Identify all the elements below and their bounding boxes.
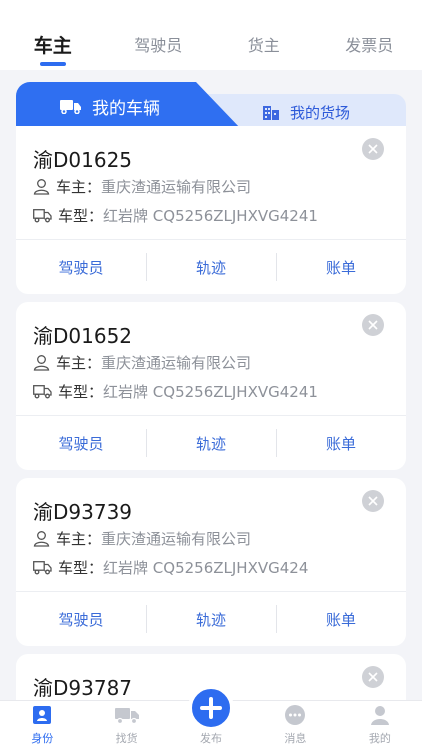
remove-vehicle-button[interactable]: [362, 490, 384, 512]
bill-button[interactable]: 账单: [276, 604, 406, 633]
model-value: 红岩牌 CQ5256ZLJHXVG4241: [103, 207, 318, 225]
card-actions: 驾驶员 轨迹 账单: [16, 240, 406, 294]
model-label: 车型：: [58, 383, 104, 401]
plate-number: 渝D01652: [33, 324, 133, 348]
tab-my-yards-label: 我的货场: [289, 103, 350, 122]
plus-icon: [200, 697, 222, 719]
remove-vehicle-button[interactable]: [362, 138, 384, 160]
vehicle-card: 渝D01625 车主： 重庆渣通运输有限公司 车型： 红岩牌 CQ5256ZLJ…: [16, 126, 406, 294]
close-icon: [368, 144, 378, 154]
nav-messages-label: 消息: [284, 732, 307, 745]
building-icon: [262, 103, 280, 121]
nav-messages[interactable]: 消息: [253, 701, 337, 750]
owner-label: 车主：: [56, 530, 102, 548]
model-value: 红岩牌 CQ5256ZLJHXVG424: [103, 559, 309, 577]
vehicle-card: 渝D01652 车主： 重庆渣通运输有限公司 车型： 红岩牌 CQ5256ZLJ…: [16, 302, 406, 470]
nav-mine-label: 我的: [368, 732, 391, 745]
owner-value: 重庆渣通运输有限公司: [101, 530, 252, 548]
card-actions: 驾驶员 轨迹 账单: [16, 416, 406, 470]
bill-button[interactable]: 账单: [276, 428, 406, 457]
model-row: 车型： 红岩牌 CQ5256ZLJHXVG4241: [33, 381, 318, 402]
model-value: 红岩牌 CQ5256ZLJHXVG4241: [103, 383, 318, 401]
model-row: 车型： 红岩牌 CQ5256ZLJHXVG424: [33, 557, 308, 578]
person-outline-icon: [33, 355, 50, 371]
model-label: 车型：: [58, 207, 104, 225]
owner-row: 车主： 重庆渣通运输有限公司: [33, 352, 251, 373]
tab-owner[interactable]: 车主: [0, 31, 106, 70]
close-icon: [368, 496, 378, 506]
nav-identity[interactable]: 身份: [0, 701, 84, 750]
publish-button[interactable]: [188, 685, 234, 731]
tab-my-vehicles-label: 我的车辆: [92, 98, 160, 119]
truck-outline-icon: [33, 209, 52, 223]
driver-button[interactable]: 驾驶员: [16, 257, 146, 278]
remove-vehicle-button[interactable]: [362, 314, 384, 336]
owner-value: 重庆渣通运输有限公司: [101, 178, 252, 196]
owner-row: 车主： 重庆渣通运输有限公司: [33, 176, 251, 197]
truck-icon: [114, 702, 140, 728]
owner-row: 车主： 重庆渣通运输有限公司: [33, 528, 251, 549]
id-badge-icon: [31, 702, 53, 728]
track-button[interactable]: 轨迹: [146, 252, 276, 281]
tab-my-vehicles[interactable]: 我的车辆: [16, 82, 242, 130]
owner-label: 车主：: [56, 354, 102, 372]
tab-driver[interactable]: 驾驶员: [106, 32, 212, 70]
plate-number: 渝D93787: [33, 676, 133, 700]
truck-icon: [60, 98, 82, 114]
role-tabs: 车主 驾驶员 货主 发票员: [0, 0, 422, 70]
vehicle-card: 渝D93739 车主： 重庆渣通运输有限公司 车型： 红岩牌 CQ5256ZLJ…: [16, 478, 406, 646]
plate-number: 渝D93739: [33, 500, 133, 524]
person-icon: [369, 702, 391, 728]
tab-invoicer[interactable]: 发票员: [317, 32, 422, 70]
owner-label: 车主：: [56, 178, 102, 196]
nav-find-cargo-label: 找货: [115, 732, 138, 745]
remove-vehicle-button[interactable]: [362, 666, 384, 688]
nav-publish-label: 发布: [200, 732, 223, 745]
nav-mine[interactable]: 我的: [338, 701, 422, 750]
nav-identity-label: 身份: [31, 732, 54, 745]
model-label: 车型：: [58, 559, 104, 577]
nav-find-cargo[interactable]: 找货: [84, 701, 168, 750]
truck-outline-icon: [33, 561, 52, 575]
chat-icon: [284, 702, 306, 728]
truck-outline-icon: [33, 385, 52, 399]
track-button[interactable]: 轨迹: [146, 604, 276, 633]
track-button[interactable]: 轨迹: [146, 428, 276, 457]
owner-value: 重庆渣通运输有限公司: [101, 354, 252, 372]
model-row: 车型： 红岩牌 CQ5256ZLJHXVG4241: [33, 205, 318, 226]
close-icon: [368, 672, 378, 682]
bill-button[interactable]: 账单: [276, 252, 406, 281]
driver-button[interactable]: 驾驶员: [16, 433, 146, 454]
close-icon: [368, 320, 378, 330]
sub-tabs: 我的货场 我的车辆: [16, 82, 406, 130]
tab-shipper[interactable]: 货主: [211, 32, 317, 70]
person-outline-icon: [33, 531, 50, 547]
plate-number: 渝D01625: [33, 148, 133, 172]
person-outline-icon: [33, 179, 50, 195]
card-actions: 驾驶员 轨迹 账单: [16, 592, 406, 646]
driver-button[interactable]: 驾驶员: [16, 609, 146, 630]
